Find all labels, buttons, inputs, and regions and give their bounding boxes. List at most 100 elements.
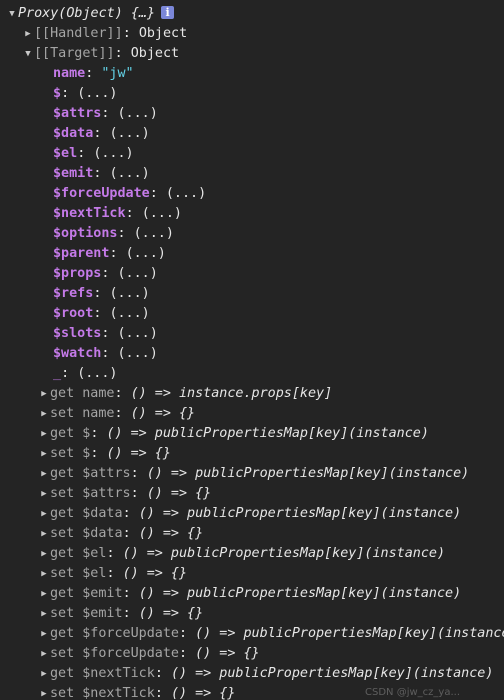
collapsed-triangle-icon[interactable]: ▶ xyxy=(38,544,50,564)
accessor-value: () => publicPropertiesMap[key](instance) xyxy=(146,466,470,481)
name-prop-row: name: "jw" xyxy=(53,66,134,81)
lazy-prop-row[interactable]: $: (...) xyxy=(0,84,504,104)
lazy-value[interactable]: (...) xyxy=(118,106,158,121)
accessor-value: () => {} xyxy=(106,446,171,461)
lazy-prop-row[interactable]: _: (...) xyxy=(0,364,504,384)
accessor-key: $emit xyxy=(82,586,123,601)
accessor-row[interactable]: ▶ get name: () => instance.props[key] xyxy=(0,384,504,404)
prop-key: $nextTick xyxy=(53,206,126,221)
proxy-label: Proxy(Object) {…} xyxy=(18,6,156,21)
accessor-kind: get xyxy=(50,466,75,481)
accessor-kind: get xyxy=(50,546,75,561)
lazy-value[interactable]: (...) xyxy=(166,186,206,201)
accessor-row[interactable]: ▶ set $nextTick: () => {} xyxy=(0,684,504,700)
expanded-triangle-icon[interactable]: ▼ xyxy=(6,4,18,24)
accessor-row[interactable]: ▶ get $el: () => publicPropertiesMap[key]… xyxy=(0,544,504,564)
lazy-value[interactable]: (...) xyxy=(118,266,158,281)
collapsed-triangle-icon[interactable]: ▶ xyxy=(38,624,50,644)
accessor-kind: set xyxy=(50,686,75,700)
collapsed-triangle-icon[interactable]: ▶ xyxy=(38,504,50,524)
lazy-value[interactable]: (...) xyxy=(109,166,149,181)
collapsed-triangle-icon[interactable]: ▶ xyxy=(38,484,50,504)
console-object-tree: ▼ Proxy(Object) {…} i ▶ [[Handler]]: Object… xyxy=(0,0,504,700)
accessor-row[interactable]: ▶ get $attrs: () => publicPropertiesMap[k… xyxy=(0,464,504,484)
lazy-prop-row[interactable]: $attrs: (...) xyxy=(0,104,504,124)
accessor-kind: set xyxy=(50,446,75,461)
lazy-prop-row[interactable]: $nextTick: (...) xyxy=(0,204,504,224)
lazy-prop-row[interactable]: $slots: (...) xyxy=(0,324,504,344)
lazy-value[interactable]: (...) xyxy=(142,206,182,221)
collapsed-triangle-icon[interactable]: ▶ xyxy=(38,584,50,604)
collapsed-triangle-icon[interactable]: ▶ xyxy=(38,604,50,624)
lazy-prop-row[interactable]: $root: (...) xyxy=(0,304,504,324)
collapsed-triangle-icon[interactable]: ▶ xyxy=(38,444,50,464)
accessor-row[interactable]: ▶ set $attrs: () => {} xyxy=(0,484,504,504)
accessor-row[interactable]: ▶ get $emit: () => publicPropertiesMap[ke… xyxy=(0,584,504,604)
collapsed-triangle-icon[interactable]: ▶ xyxy=(38,424,50,444)
accessor-value: () => {} xyxy=(122,566,188,581)
accessor-row[interactable]: ▶ set $emit: () => {} xyxy=(0,604,504,624)
collapsed-triangle-icon[interactable]: ▶ xyxy=(22,24,34,44)
lazy-value[interactable]: (...) xyxy=(134,226,174,241)
accessor-key: $emit xyxy=(82,606,123,621)
collapsed-triangle-icon[interactable]: ▶ xyxy=(38,644,50,664)
accessor-row[interactable]: ▶ get $: () => publicPropertiesMap[key](i… xyxy=(0,424,504,444)
lazy-prop-row[interactable]: $el: (...) xyxy=(0,144,504,164)
accessor-row[interactable]: ▶ get $data: () => publicPropertiesMap[ke… xyxy=(0,504,504,524)
lazy-prop-row[interactable]: $parent: (...) xyxy=(0,244,504,264)
collapsed-triangle-icon[interactable]: ▶ xyxy=(38,664,50,684)
prop-key: $refs xyxy=(53,286,94,301)
prop-key: $watch xyxy=(53,346,102,361)
info-icon[interactable]: i xyxy=(161,5,175,19)
accessor-key: $data xyxy=(82,526,123,541)
accessor-row[interactable]: ▶ set $data: () => {} xyxy=(0,524,504,544)
accessor-kind: get xyxy=(50,626,75,641)
accessor-key: $attrs xyxy=(82,486,131,501)
accessor-row[interactable]: ▶ get $forceUpdate: () => publicPropertie… xyxy=(0,624,504,644)
prop-key: $ xyxy=(53,86,62,101)
lazy-value[interactable]: (...) xyxy=(109,126,149,141)
lazy-value[interactable]: (...) xyxy=(126,246,166,261)
lazy-value[interactable]: (...) xyxy=(77,366,117,381)
lazy-prop-row[interactable]: $watch: (...) xyxy=(0,344,504,364)
lazy-prop-row[interactable]: $forceUpdate: (...) xyxy=(0,184,504,204)
accessor-row[interactable]: ▶ set $forceUpdate: () => {} xyxy=(0,644,504,664)
lazy-value[interactable]: (...) xyxy=(93,146,133,161)
accessor-kind: get xyxy=(50,386,75,401)
accessor-row[interactable]: ▶ set $el: () => {} xyxy=(0,564,504,584)
target-key: [[Target]] xyxy=(34,46,115,61)
prop-key: $el xyxy=(53,146,78,161)
lazy-prop-row[interactable]: $refs: (...) xyxy=(0,284,504,304)
accessor-row[interactable]: ▶ set $: () => {} xyxy=(0,444,504,464)
proxy-header-row[interactable]: ▼ Proxy(Object) {…} i xyxy=(0,4,504,24)
lazy-prop-row[interactable]: $data: (...) xyxy=(0,124,504,144)
prop-key: $data xyxy=(53,126,94,141)
collapsed-triangle-icon[interactable]: ▶ xyxy=(38,404,50,424)
expanded-triangle-icon[interactable]: ▼ xyxy=(22,44,34,64)
lazy-value[interactable]: (...) xyxy=(118,346,158,361)
accessor-row[interactable]: ▶ get $nextTick: () => publicPropertiesMa… xyxy=(0,664,504,684)
accessor-key: $forceUpdate xyxy=(82,626,179,641)
collapsed-triangle-icon[interactable]: ▶ xyxy=(38,564,50,584)
accessor-key: $el xyxy=(82,566,107,581)
accessor-value: () => {} xyxy=(138,606,204,621)
accessor-row[interactable]: ▶ set name: () => {} xyxy=(0,404,504,424)
accessor-key: name xyxy=(82,406,115,421)
collapsed-triangle-icon[interactable]: ▶ xyxy=(38,684,50,700)
collapsed-triangle-icon[interactable]: ▶ xyxy=(38,464,50,484)
lazy-prop-row[interactable]: $options: (...) xyxy=(0,224,504,244)
target-row[interactable]: ▼ [[Target]]: Object xyxy=(0,44,504,64)
lazy-prop-row[interactable]: $props: (...) xyxy=(0,264,504,284)
lazy-value[interactable]: (...) xyxy=(109,286,149,301)
lazy-value[interactable]: (...) xyxy=(109,306,149,321)
handler-row[interactable]: ▶ [[Handler]]: Object xyxy=(0,24,504,44)
collapsed-triangle-icon[interactable]: ▶ xyxy=(38,384,50,404)
prop-key: $props xyxy=(53,266,102,281)
accessor-value: () => {} xyxy=(138,526,204,541)
lazy-value[interactable]: (...) xyxy=(118,326,158,341)
collapsed-triangle-icon[interactable]: ▶ xyxy=(38,524,50,544)
lazy-value[interactable]: (...) xyxy=(77,86,117,101)
prop-key: $parent xyxy=(53,246,110,261)
lazy-prop-row[interactable]: $emit: (...) xyxy=(0,164,504,184)
accessor-key: $attrs xyxy=(82,466,131,481)
